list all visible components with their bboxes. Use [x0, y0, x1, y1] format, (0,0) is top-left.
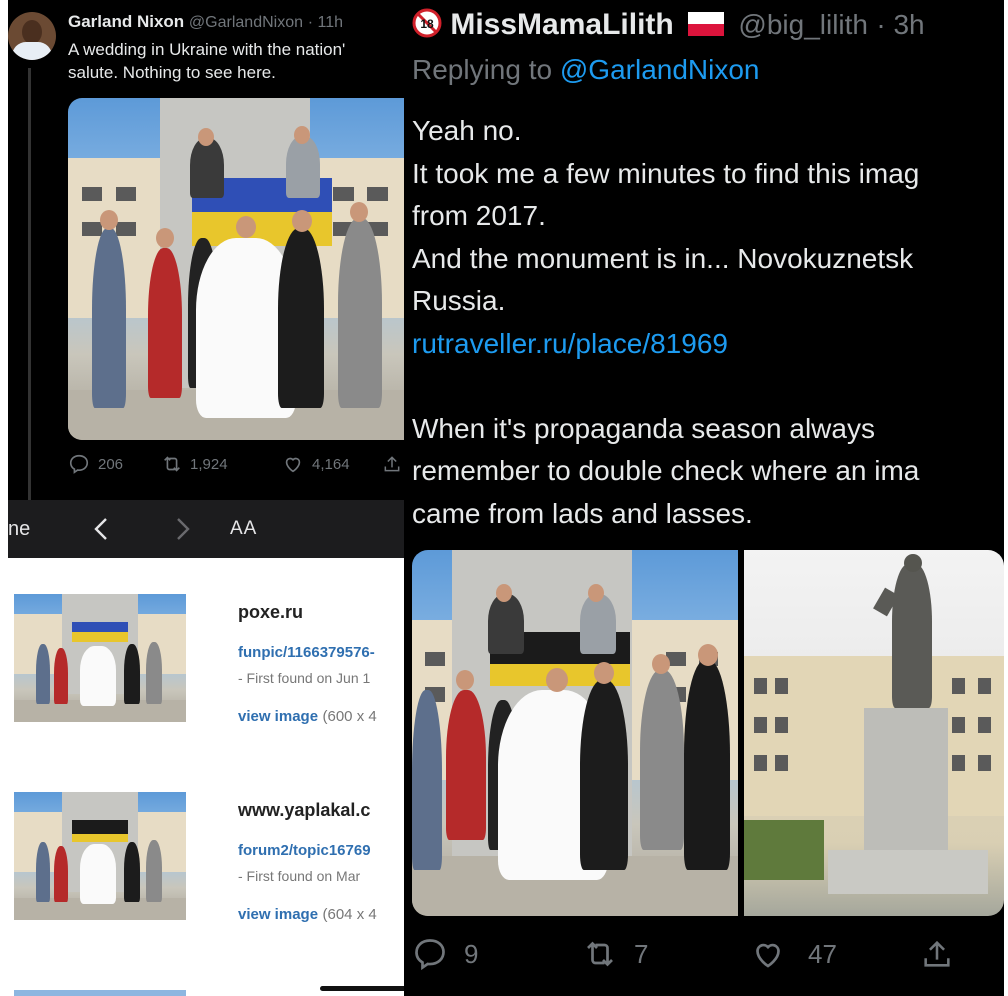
right-tweet: 18 MissMamaLilith @big_lilith · 3h Reply…: [404, 0, 1004, 996]
share-icon: [382, 453, 402, 475]
like-icon: [282, 453, 304, 475]
retweet-icon: [160, 453, 184, 475]
wedding-photo[interactable]: [412, 550, 738, 916]
left-tweet-actions: 206 1,924 4,164: [68, 452, 408, 476]
left-tweet-text-line: salute. Nothing to see here.: [68, 63, 276, 82]
result-site: poxe.ru: [238, 602, 304, 622]
lenin-monument-photo[interactable]: [744, 550, 1004, 916]
left-tweet-photo[interactable]: [68, 98, 408, 440]
left-tweet-time[interactable]: · 11h: [308, 14, 343, 31]
result-view-row: view image (604 x 4: [238, 906, 408, 924]
left-share-button[interactable]: [382, 453, 402, 475]
next-thumbnail-edge: [14, 990, 186, 996]
right-share-button[interactable]: [920, 936, 954, 972]
left-reply-button[interactable]: 206: [68, 453, 160, 475]
view-image-link[interactable]: view image: [238, 906, 318, 923]
like-icon: [750, 936, 786, 972]
right-tweet-actions: 9 7 47: [412, 932, 992, 982]
left-reply-count: 206: [98, 455, 124, 473]
right-tweet-time[interactable]: · 3h: [876, 9, 924, 40]
tweet-text-line: Russia.: [412, 285, 506, 316]
left-retweet-button[interactable]: 1,924: [160, 453, 282, 475]
replying-to: Replying to @GarlandNixon: [412, 54, 1004, 86]
left-author-handle[interactable]: @GarlandNixon: [189, 14, 303, 31]
tweet-text-line: It took me a few minutes to find this im…: [412, 157, 920, 189]
right-tweet-text: Yeah no. It took me a few minutes to fin…: [412, 110, 1004, 535]
result-link[interactable]: forum2/topic16769: [238, 842, 408, 859]
tweet-text-line: from 2017.: [412, 200, 546, 231]
left-tweet: Garland Nixon @GarlandNixon · 11h A wedd…: [8, 0, 408, 500]
reply-icon: [68, 453, 90, 475]
left-tweet-text: A wedding in Ukraine with the nation' sa…: [68, 38, 408, 84]
replying-handle-link[interactable]: @GarlandNixon: [560, 54, 760, 85]
reply-icon: [412, 936, 448, 972]
right-retweet-button[interactable]: 7: [580, 936, 648, 972]
browser-toolbar: ne AA: [8, 500, 408, 558]
browser-panel: ne AA poxe.ru funpic/1166379576- - First…: [8, 500, 408, 996]
rutraveller-link[interactable]: rutraveller.ru/place/81969: [412, 328, 728, 359]
tweet-text-line: remember to double check where an ima: [412, 455, 920, 486]
left-author-name[interactable]: Garland Nixon: [68, 12, 184, 31]
result-found-date: - First found on Jun 1: [238, 670, 371, 686]
right-reply-button[interactable]: 9: [412, 936, 478, 972]
right-tweet-header: 18 MissMamaLilith @big_lilith · 3h: [412, 8, 1004, 42]
left-like-button[interactable]: 4,164: [282, 453, 382, 475]
left-like-count: 4,164: [312, 455, 350, 473]
left-retweet-count: 1,924: [190, 455, 228, 473]
right-like-button[interactable]: 47: [750, 936, 837, 972]
result-link[interactable]: funpic/1166379576-: [238, 644, 408, 661]
tweet-text-line: And the monument is in... Novokuznetsk: [412, 242, 914, 274]
adult-content-icon: 18: [412, 8, 442, 38]
view-image-link[interactable]: view image: [238, 708, 318, 725]
tweet-text-line: Yeah no.: [412, 115, 522, 146]
home-indicator: [320, 986, 408, 991]
right-author-name[interactable]: MissMamaLilith: [450, 8, 673, 41]
left-tweet-text-line: A wedding in Ukraine with the nation': [68, 40, 346, 59]
result-found-date: - First found on Mar: [238, 868, 361, 884]
right-author-handle[interactable]: @big_lilith: [738, 9, 868, 40]
thread-line: [28, 68, 31, 500]
forward-chevron-icon[interactable]: [174, 516, 192, 542]
svg-text:18: 18: [420, 17, 434, 31]
image-dimensions: (600 x 4: [322, 708, 377, 725]
back-chevron-icon[interactable]: [92, 516, 110, 542]
tweet-text-line: came from lads and lasses.: [412, 497, 753, 529]
result-view-row: view image (600 x 4: [238, 708, 408, 726]
poland-flag-icon: [688, 12, 725, 36]
garland-avatar[interactable]: [8, 12, 56, 60]
toolbar-address-fragment[interactable]: ne: [8, 518, 30, 541]
right-retweet-count: 7: [634, 938, 649, 969]
left-tweet-header: Garland Nixon @GarlandNixon · 11h: [68, 12, 408, 32]
retweet-icon: [580, 936, 620, 972]
right-reply-count: 9: [464, 938, 479, 969]
right-like-count: 47: [808, 938, 837, 969]
tweet-text-line: When it's propaganda season always: [412, 412, 875, 444]
result-thumbnail[interactable]: [14, 792, 186, 920]
image-dimensions: (604 x 4: [322, 906, 377, 923]
text-size-button[interactable]: AA: [230, 518, 257, 540]
result-site: www.yaplakal.c: [238, 800, 371, 820]
share-icon: [920, 936, 954, 972]
result-thumbnail[interactable]: [14, 594, 186, 722]
replying-prefix: Replying to: [412, 54, 553, 85]
